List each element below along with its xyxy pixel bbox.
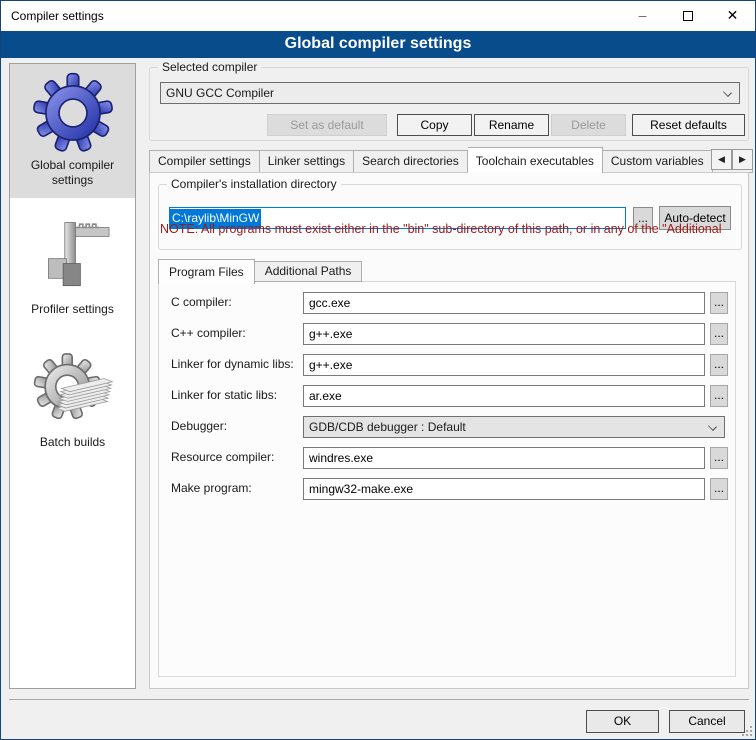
tab-scroll-right-button[interactable]: ▶ (732, 149, 753, 170)
sidebar-item-label: Profiler settings (14, 302, 131, 317)
field-label: Debugger: (171, 419, 227, 433)
main-tabbar: Compiler settings Linker settings Search… (149, 150, 753, 173)
browse-button[interactable]: ... (710, 447, 728, 469)
compiler-select-value: GNU GCC Compiler (166, 86, 274, 100)
group-label: Compiler's installation directory (167, 177, 341, 191)
cpp-compiler-input[interactable] (303, 323, 705, 345)
resource-compiler-input[interactable] (303, 447, 705, 469)
chevron-down-icon (723, 88, 732, 97)
cpp-compiler-row: C++ compiler: ... (159, 323, 735, 345)
cancel-button[interactable]: Cancel (669, 710, 745, 733)
static-linker-row: Linker for static libs: ... (159, 385, 735, 407)
subtab-additional-paths[interactable]: Additional Paths (255, 261, 363, 282)
resource-compiler-row: Resource compiler: ... (159, 447, 735, 469)
selected-compiler-group: Selected compiler GNU GCC Compiler Set a… (149, 67, 749, 141)
ok-button[interactable]: OK (586, 710, 659, 733)
sidebar-item-profiler-settings[interactable]: Profiler settings (10, 208, 135, 327)
compiler-settings-dialog: Compiler settings – ✕ Global compiler se… (0, 0, 756, 740)
close-button[interactable]: ✕ (710, 1, 755, 30)
maximize-button[interactable] (665, 1, 710, 30)
c-compiler-row: C compiler: ... (159, 292, 735, 314)
c-compiler-input[interactable] (303, 292, 705, 314)
subtabbar: Program Files Additional Paths (158, 259, 362, 282)
blue-gear-icon (32, 72, 114, 154)
settings-category-list: Global compiler settings Profiler settin… (9, 63, 136, 689)
subtab-program-files[interactable]: Program Files (158, 259, 255, 284)
maximize-icon (683, 11, 693, 21)
browse-button[interactable]: ... (710, 354, 728, 376)
tab-custom-variables[interactable]: Custom variables (603, 150, 713, 173)
minimize-button[interactable]: – (620, 1, 665, 30)
tab-scroll-left-button[interactable]: ◀ (711, 149, 732, 170)
tab-linker-settings[interactable]: Linker settings (260, 150, 354, 173)
debugger-row: Debugger: GDB/CDB debugger : Default (159, 416, 735, 438)
debugger-select[interactable]: GDB/CDB debugger : Default (303, 416, 725, 438)
sidebar-item-label: Batch builds (14, 435, 131, 450)
window-title: Compiler settings (11, 1, 104, 31)
caliper-icon (32, 216, 114, 298)
browse-button[interactable]: ... (710, 385, 728, 407)
field-label: C++ compiler: (171, 326, 246, 340)
tab-scroller: ◀ ▶ (711, 149, 753, 170)
installation-directory-group: Compiler's installation directory C:\ray… (158, 184, 742, 250)
group-label: Selected compiler (158, 60, 261, 74)
header-banner: Global compiler settings (1, 31, 755, 58)
field-label: Linker for static libs: (171, 388, 277, 402)
arrow-right-icon: ▶ (739, 154, 746, 164)
chevron-down-icon (708, 422, 717, 431)
close-icon: ✕ (727, 7, 739, 23)
page-title: Global compiler settings (1, 31, 755, 57)
dynamic-linker-row: Linker for dynamic libs: ... (159, 354, 735, 376)
field-label: Make program: (171, 481, 252, 495)
copy-button[interactable]: Copy (397, 114, 472, 136)
make-program-row: Make program: ... (159, 478, 735, 500)
compiler-select[interactable]: GNU GCC Compiler (160, 82, 740, 104)
note-text: NOTE: All programs must exist either in … (160, 222, 738, 236)
reset-defaults-button[interactable]: Reset defaults (632, 114, 745, 136)
sidebar-item-global-compiler-settings[interactable]: Global compiler settings (10, 64, 135, 198)
title-bar[interactable]: Compiler settings – ✕ (1, 1, 755, 31)
sidebar-item-batch-builds[interactable]: Batch builds (10, 341, 135, 460)
tab-toolchain-executables[interactable]: Toolchain executables (468, 147, 603, 173)
footer-separator (9, 699, 749, 700)
delete-button[interactable]: Delete (551, 114, 626, 136)
tab-compiler-settings[interactable]: Compiler settings (149, 150, 260, 173)
static-linker-input[interactable] (303, 385, 705, 407)
rename-button[interactable]: Rename (474, 114, 549, 136)
set-as-default-button[interactable]: Set as default (267, 114, 387, 136)
field-label: C compiler: (171, 295, 232, 309)
browse-button[interactable]: ... (710, 478, 728, 500)
field-label: Resource compiler: (171, 450, 274, 464)
make-program-input[interactable] (303, 478, 705, 500)
dynamic-linker-input[interactable] (303, 354, 705, 376)
browse-button[interactable]: ... (710, 292, 728, 314)
tab-search-directories[interactable]: Search directories (354, 150, 468, 173)
browse-button[interactable]: ... (710, 323, 728, 345)
program-files-page: C compiler: ... C++ compiler: ... Linker… (158, 281, 736, 677)
field-label: Linker for dynamic libs: (171, 357, 294, 371)
batch-builds-icon (32, 349, 114, 431)
sidebar-item-label: Global compiler settings (14, 158, 131, 188)
arrow-left-icon: ◀ (718, 154, 725, 164)
resize-grip-icon[interactable] (742, 726, 752, 736)
minimize-icon: – (639, 7, 647, 23)
debugger-select-value: GDB/CDB debugger : Default (309, 420, 466, 434)
toolchain-executables-page: Compiler's installation directory C:\ray… (149, 172, 749, 689)
